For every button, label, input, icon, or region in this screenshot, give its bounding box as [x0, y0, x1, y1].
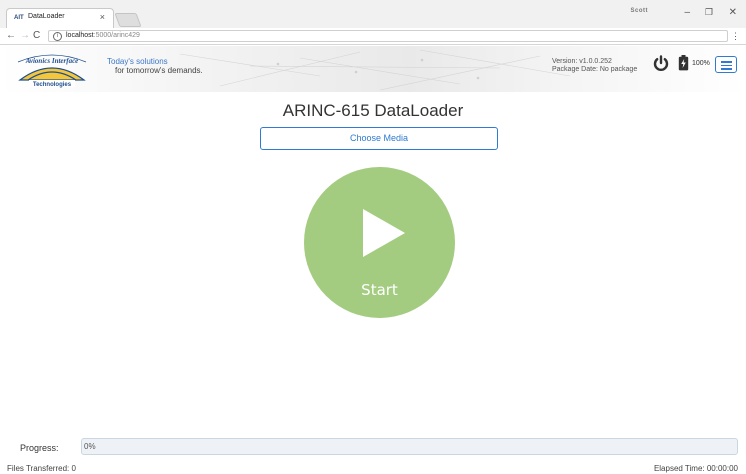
elapsed-time: Elapsed Time: 00:00:00 [653, 464, 738, 473]
forward-icon[interactable]: → [20, 30, 30, 41]
app-header: Avionics Interface Technologies Today's … [0, 46, 746, 92]
favicon-icon: AIT [14, 15, 24, 21]
tab-close-icon[interactable]: × [100, 12, 105, 22]
url-input[interactable]: i localhost:5000/arinc429 [48, 30, 728, 42]
address-bar: ← → C i localhost:5000/arinc429 ⋮ [0, 28, 746, 45]
maximize-icon[interactable]: ❐ [705, 7, 713, 18]
minimize-icon[interactable]: – [684, 7, 690, 18]
user-badge[interactable]: Scott [631, 8, 649, 14]
url-host: localhost [66, 32, 94, 39]
battery-icon [678, 55, 689, 71]
progress-bar: 0% [81, 438, 738, 455]
progress-text: 0% [84, 442, 96, 451]
play-icon [363, 209, 405, 257]
start-button[interactable]: Start [304, 167, 455, 318]
browser-titlebar: AIT DataLoader × Scott – ❐ ✕ [0, 0, 746, 28]
browser-menu-icon[interactable]: ⋮ [731, 31, 740, 42]
back-icon[interactable]: ← [6, 30, 16, 41]
start-label: Start [361, 281, 398, 299]
url-text: localhost:5000/arinc429 [66, 32, 140, 39]
reload-icon[interactable]: C [33, 30, 40, 41]
choose-media-button[interactable]: Choose Media [260, 127, 498, 150]
power-icon[interactable] [653, 55, 669, 72]
browser-tab[interactable]: AIT DataLoader × [6, 8, 114, 28]
hamburger-menu-icon[interactable] [715, 56, 737, 73]
version-text: Version: v1.0.0.252 [552, 58, 612, 65]
version-info: Version: v1.0.0.252 Package Date: No pac… [552, 58, 637, 74]
company-logo: Avionics Interface Technologies [14, 50, 90, 88]
new-tab-button[interactable] [114, 13, 142, 27]
tagline-line2: for tomorrow's demands. [115, 66, 203, 75]
files-transferred: Files Transferred: 0 [7, 464, 76, 473]
package-date-text: Package Date: No package [552, 66, 638, 73]
tagline-line1: Today's solutions [107, 57, 168, 66]
battery-percent: 100% [692, 60, 710, 67]
url-path: :5000/arinc429 [93, 32, 140, 39]
tab-title: DataLoader [28, 13, 65, 20]
logo-line1: Avionics Interface [25, 57, 79, 65]
header-decoration [179, 49, 571, 91]
info-icon[interactable]: i [53, 32, 62, 41]
window-close-icon[interactable]: ✕ [729, 7, 737, 18]
logo-line2: Technologies [33, 82, 72, 88]
tagline: Today's solutions for tomorrow's demands… [107, 57, 203, 75]
progress-label: Progress: [20, 443, 59, 453]
page-title: ARINC-615 DataLoader [282, 101, 464, 120]
